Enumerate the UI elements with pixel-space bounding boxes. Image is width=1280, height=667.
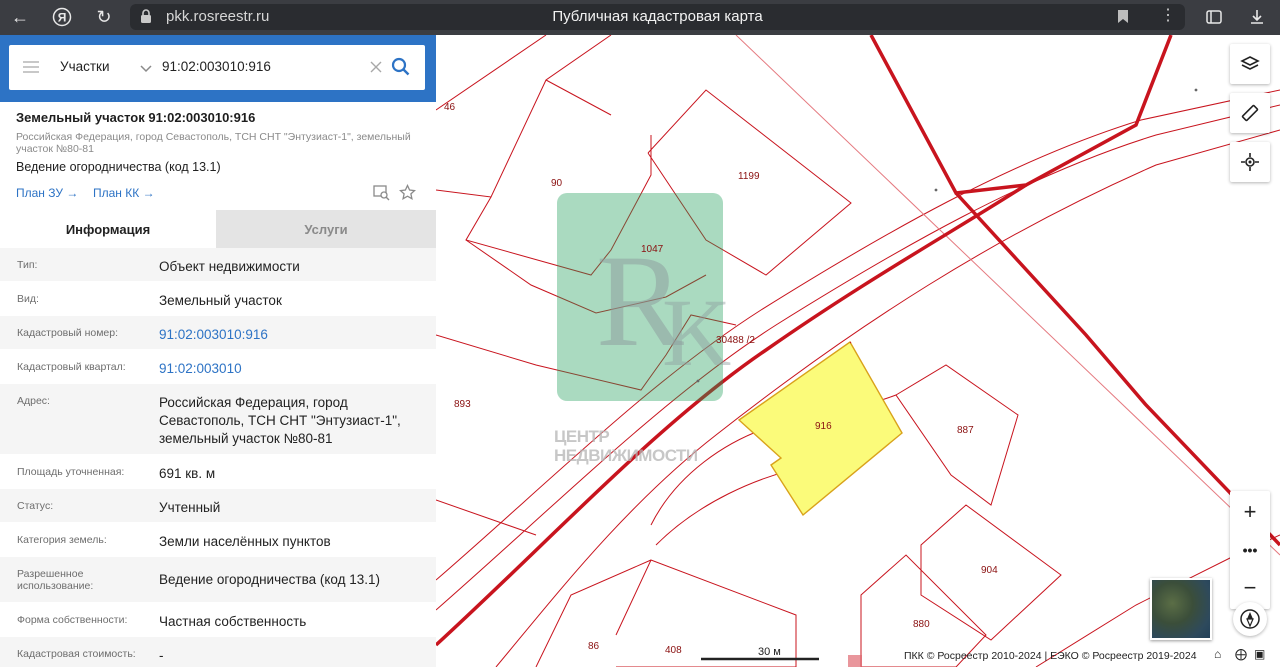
search-input[interactable]: 91:02:003010:916: [162, 59, 271, 74]
table-row: Разрешенное использование: Ведение огоро…: [0, 557, 436, 603]
report-icon[interactable]: [373, 185, 390, 206]
row-value: Частная собственность: [159, 614, 307, 629]
parcel-label: 1199: [738, 171, 760, 182]
bookmark-icon[interactable]: [1117, 9, 1129, 29]
cadastral-number-link[interactable]: 91:02:003010:916: [159, 326, 419, 344]
object-use: Ведение огородничества (код 13.1): [16, 160, 221, 174]
back-arrow-icon[interactable]: ←: [6, 4, 34, 30]
layers-icon: [1240, 56, 1260, 70]
row-value: Российская Федерация, город Севастополь,…: [159, 395, 401, 446]
reload-icon[interactable]: ↻: [90, 4, 118, 30]
row-label: Форма собственности:: [17, 614, 128, 626]
parcel-label: 1047: [641, 244, 664, 255]
table-row: Статус: Учтенный: [0, 489, 436, 523]
row-label: Статус:: [17, 500, 54, 512]
watermark-text: ЦЕНТР НЕДВИЖИМОСТИ: [554, 427, 698, 465]
table-row: Вид: Земельный участок: [0, 282, 436, 316]
object-address: Российская Федерация, город Севастополь,…: [16, 131, 411, 155]
home-icon[interactable]: ⌂: [1214, 647, 1221, 661]
parcel-label: 86: [588, 641, 600, 652]
layers-button[interactable]: [1230, 44, 1270, 84]
table-row: Тип: Объект недвижимости: [0, 248, 436, 282]
locate-button[interactable]: [1230, 142, 1270, 182]
table-row: Адрес: Российская Федерация, город Севас…: [0, 384, 436, 455]
svg-text:Я: Я: [58, 11, 67, 25]
row-label: Тип:: [17, 259, 38, 271]
plan-zu-link[interactable]: План ЗУ →: [16, 186, 78, 200]
row-label: Адрес:: [17, 395, 50, 407]
parcel-label: 904: [981, 565, 998, 576]
row-label: Категория земель:: [17, 534, 107, 546]
search-icon[interactable]: [391, 57, 411, 82]
table-row: Категория земель: Земли населённых пункт…: [0, 523, 436, 557]
reader-icon[interactable]: [1200, 4, 1228, 30]
star-icon[interactable]: [399, 183, 416, 206]
zoom-out-icon[interactable]: −: [1244, 575, 1257, 601]
row-value: Объект недвижимости: [159, 259, 300, 274]
parcel-label: 46: [444, 102, 456, 113]
parcel-label: 90: [551, 178, 563, 189]
compass-button[interactable]: [1233, 602, 1267, 636]
row-label: Кадастровая стоимость:: [17, 648, 136, 660]
tab-services[interactable]: Услуги: [216, 210, 436, 248]
satellite-basemap-toggle[interactable]: [1150, 578, 1212, 640]
ruler-icon: [1241, 104, 1259, 122]
table-row: Кадастровый квартал: 91:02:003010: [0, 350, 436, 384]
table-row: Площадь уточненная: 691 кв. м: [0, 455, 436, 489]
zoom-control: + ••• −: [1230, 491, 1270, 609]
ruler-button[interactable]: [1230, 93, 1270, 133]
parcel-label: 887: [957, 425, 974, 436]
hamburger-icon[interactable]: [22, 60, 40, 79]
table-row: Кадастровая стоимость: -: [0, 637, 436, 667]
browser-toolbar: ← Я ↻ pkk.rosreestr.ru Публичная кадастр…: [0, 0, 1280, 35]
row-value: -: [159, 648, 164, 663]
more-icon[interactable]: •••: [1243, 542, 1258, 558]
clear-icon[interactable]: [370, 60, 382, 78]
row-label: Кадастровый номер:: [17, 327, 119, 339]
plan-kk-link[interactable]: План КК →: [93, 186, 155, 200]
parcel-label: 893: [454, 399, 471, 410]
row-value: Ведение огородничества (код 13.1): [159, 572, 381, 587]
info-panel: Участки 91:02:003010:916 ❮ Земельный уча…: [0, 35, 436, 667]
more-menu-icon[interactable]: ⋮: [1160, 5, 1176, 25]
compass-icon: [1240, 609, 1260, 629]
crosshair-icon: [1241, 153, 1259, 171]
map-canvas: R K: [436, 35, 1280, 667]
search-bar: Участки 91:02:003010:916 ❮: [0, 35, 436, 102]
crosshair-small-icon[interactable]: ⨁: [1235, 647, 1247, 661]
category-select[interactable]: Участки: [60, 59, 110, 74]
tab-bar: Информация Услуги: [0, 210, 436, 248]
row-value: Земли населённых пунктов: [159, 534, 331, 549]
object-title: Земельный участок 91:02:003010:916: [16, 110, 256, 125]
table-row: Кадастровый номер: 91:02:003010:916: [0, 316, 436, 350]
row-value: Земельный участок: [159, 293, 282, 308]
row-value: Учтенный: [159, 500, 221, 515]
export-icon[interactable]: ▣: [1254, 647, 1265, 661]
row-label: Площадь уточненная:: [17, 466, 125, 478]
page-title: Публичная кадастровая карта: [552, 8, 763, 25]
chevron-down-icon[interactable]: [140, 60, 152, 78]
object-header: Земельный участок 91:02:003010:916 Росси…: [0, 102, 436, 210]
copyright-text: ПКК © Росреестр 2010-2024 | ЕЭКО © Росре…: [904, 650, 1197, 662]
parcel-label: 30488 /2: [716, 335, 755, 346]
parcel-label: 916: [815, 421, 832, 432]
yandex-icon[interactable]: Я: [48, 4, 76, 30]
row-label: Кадастровый квартал:: [17, 361, 126, 373]
scale-label: 30 м: [758, 646, 781, 658]
address-bar[interactable]: pkk.rosreestr.ru Публичная кадастровая к…: [130, 4, 1185, 30]
row-label: Разрешенное использование:: [17, 568, 94, 592]
parcel-label: 408: [665, 645, 682, 656]
svg-text:K: K: [662, 279, 731, 386]
zoom-in-icon[interactable]: +: [1244, 499, 1257, 525]
info-table: Тип: Объект недвижимости Вид: Земельный …: [0, 248, 436, 667]
cadastral-map[interactable]: R K 46 90 1199 1047 30488 /2 893 916 887…: [436, 35, 1280, 667]
table-row: Форма собственности: Частная собственнос…: [0, 603, 436, 637]
parcel-label: 880: [913, 619, 930, 630]
download-icon[interactable]: [1243, 4, 1271, 30]
row-value: 691 кв. м: [159, 466, 216, 481]
search-box: Участки 91:02:003010:916: [9, 45, 425, 90]
row-label: Вид:: [17, 293, 39, 305]
tab-information[interactable]: Информация: [0, 210, 216, 248]
cadastral-quarter-link[interactable]: 91:02:003010: [159, 360, 419, 378]
